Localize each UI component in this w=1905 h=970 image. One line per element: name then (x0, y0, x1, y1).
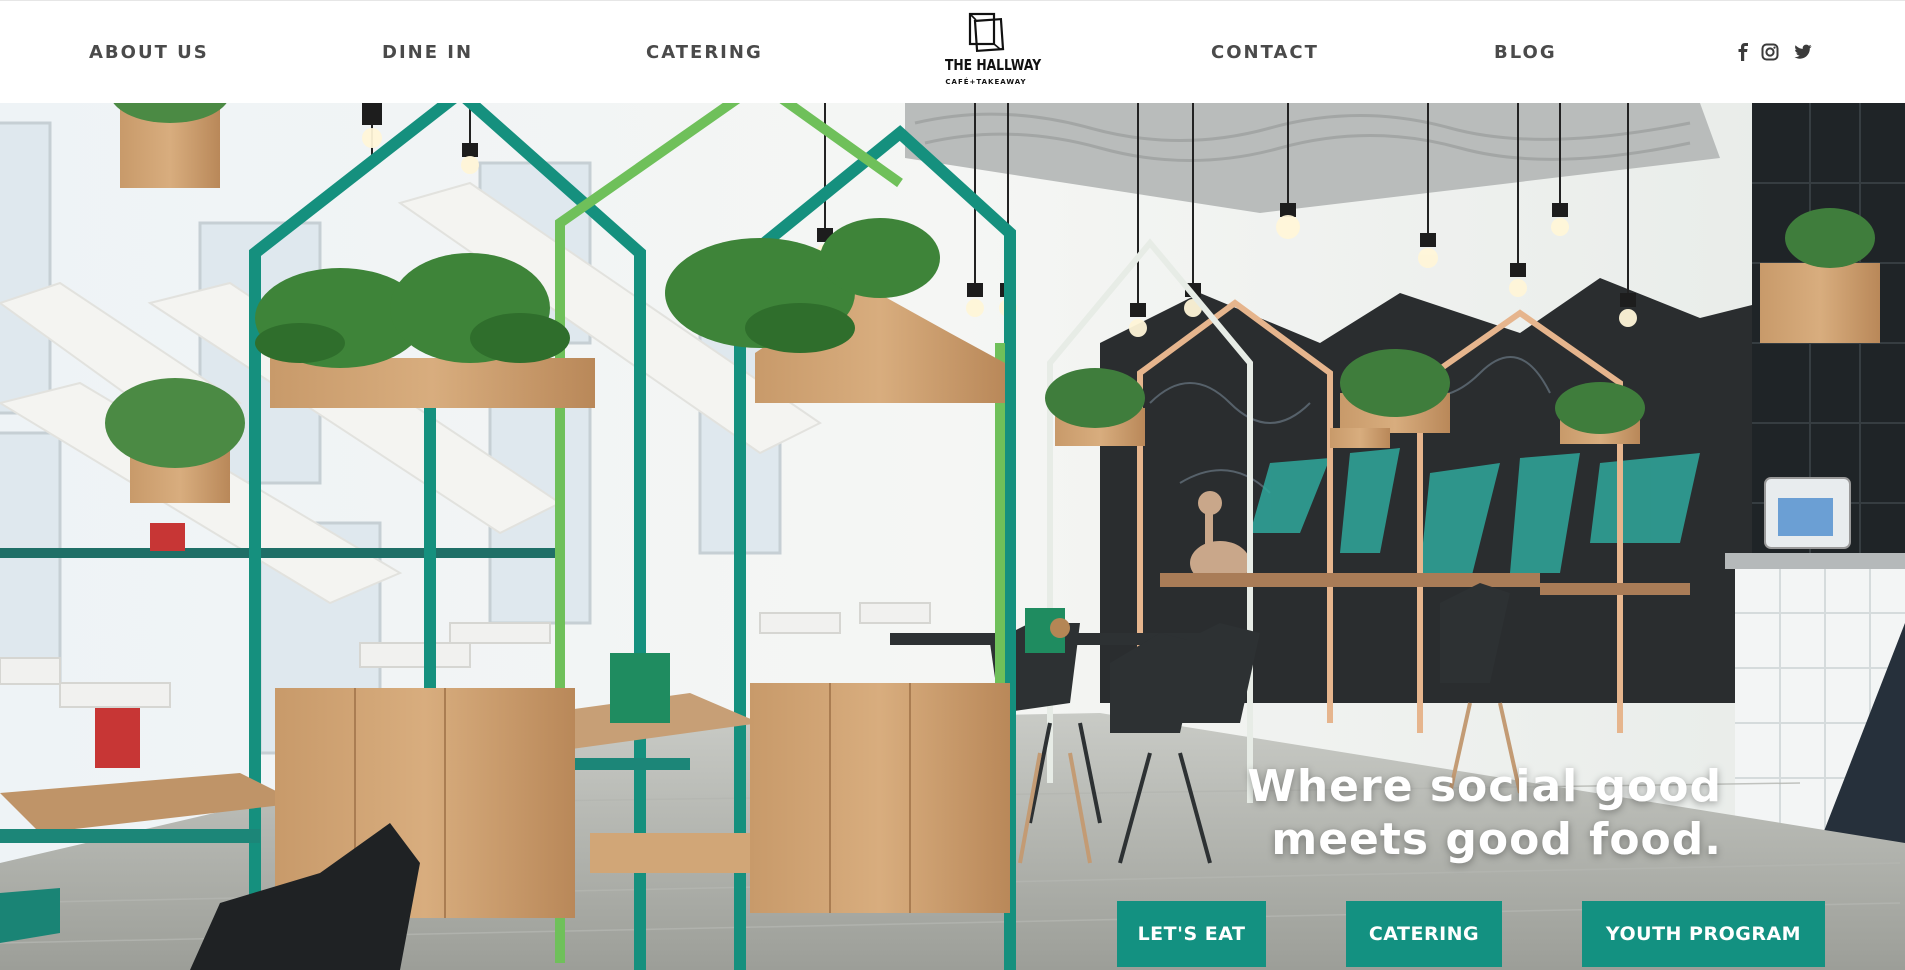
lets-eat-button[interactable]: LET'S EAT (1117, 901, 1266, 967)
nav-catering[interactable]: CATERING (646, 41, 763, 65)
facebook-icon[interactable] (1732, 39, 1754, 65)
hero-headline: Where social good meets good food. (1247, 760, 1722, 866)
nav-blog[interactable]: BLOG (1494, 41, 1557, 65)
site-header: ABOUT US DINE IN CATERING THE HALLWAY CA… (0, 0, 1905, 103)
catering-button[interactable]: CATERING (1346, 901, 1502, 967)
hero-section: Where social good meets good food. LET'S… (0, 103, 1905, 970)
hero-headline-line-2: meets good food. (1271, 814, 1722, 865)
logo-subtitle: CAFÉ+TAKEAWAY (945, 78, 1027, 86)
nav-about-us[interactable]: ABOUT US (89, 41, 209, 65)
twitter-icon[interactable] (1792, 39, 1814, 65)
nav-contact[interactable]: CONTACT (1211, 41, 1319, 65)
instagram-icon[interactable] (1759, 39, 1781, 65)
logo-mark-icon (968, 12, 1005, 53)
site-logo[interactable]: THE HALLWAY CAFÉ+TAKEAWAY (936, 11, 1042, 91)
nav-dine-in[interactable]: DINE IN (382, 41, 473, 65)
logo-title: THE HALLWAY (945, 56, 1042, 74)
hero-headline-line-1: Where social good (1247, 761, 1722, 812)
youth-program-button[interactable]: YOUTH PROGRAM (1582, 901, 1825, 967)
